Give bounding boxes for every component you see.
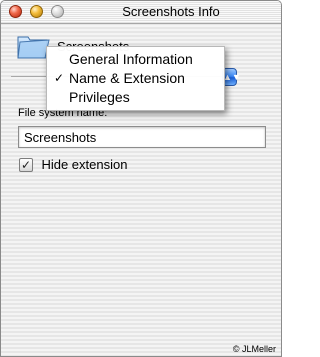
minimize-button[interactable]: [30, 5, 43, 18]
copyright-credit: © JLMeller: [232, 344, 276, 354]
hide-extension-row[interactable]: ✓ Hide extension: [19, 156, 127, 174]
info-section-menu: General Information ✓ Name & Extension P…: [46, 46, 225, 111]
menu-item-label: General Information: [69, 51, 193, 67]
folder-icon: [17, 36, 50, 59]
info-window: Screenshots Info Screenshots ▲▼ File sys…: [0, 0, 282, 357]
file-system-name-field[interactable]: [18, 126, 266, 148]
menu-item-label: Name & Extension: [69, 70, 185, 86]
title-bar[interactable]: Screenshots Info: [1, 1, 281, 24]
menu-item-general-information[interactable]: General Information: [47, 50, 224, 69]
window-title: Screenshots Info: [122, 4, 220, 19]
checkmark-icon: ✓: [54, 71, 65, 85]
hide-extension-label[interactable]: Hide extension: [41, 157, 127, 172]
close-button[interactable]: [9, 5, 22, 18]
menu-item-label: Privileges: [69, 89, 130, 105]
menu-item-name-extension[interactable]: ✓ Name & Extension: [47, 69, 224, 88]
hide-extension-checkbox[interactable]: ✓: [19, 157, 33, 172]
menu-item-privileges[interactable]: Privileges: [47, 88, 224, 107]
